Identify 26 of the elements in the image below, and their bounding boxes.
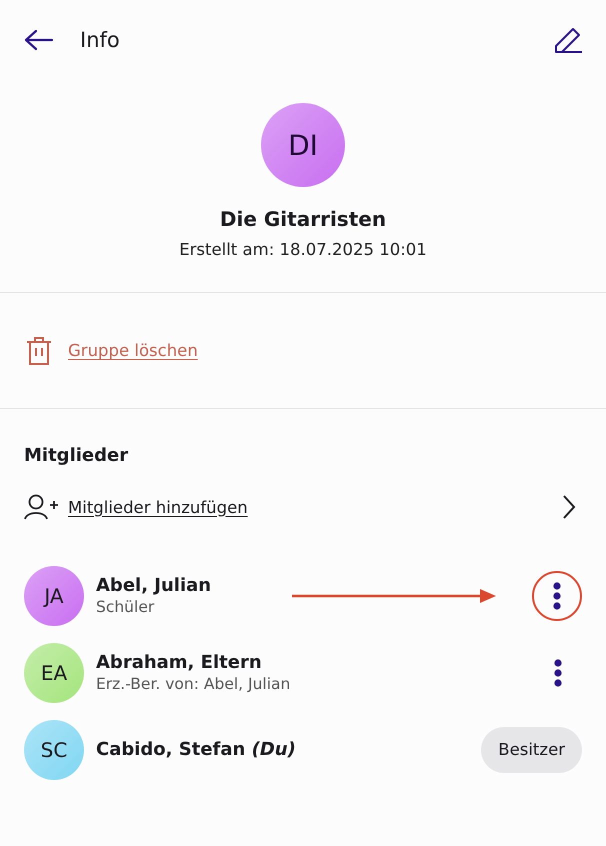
created-date: Erstellt am: 18.07.2025 10:01 [179, 240, 427, 259]
member-name: Abraham, Eltern [96, 652, 263, 674]
avatar: EA [24, 642, 84, 702]
page-title: Info [80, 28, 121, 52]
pencil-icon [554, 26, 584, 54]
group-name: Die Gitarristen [220, 207, 386, 231]
more-vertical-icon [554, 658, 562, 686]
add-members-link[interactable]: Mitglieder hinzufügen [68, 498, 562, 516]
member-name: Abel, Julian [96, 574, 212, 596]
back-button[interactable] [24, 29, 54, 51]
trash-icon [26, 336, 52, 366]
delete-group-link[interactable]: Gruppe löschen [68, 341, 198, 360]
more-vertical-icon [553, 582, 561, 610]
group-avatar: DI [261, 103, 345, 187]
back-arrow-icon [24, 29, 54, 51]
more-menu-button[interactable] [532, 570, 582, 620]
add-person-icon [24, 494, 58, 520]
member-name: Cabido, Stefan (Du) [96, 738, 297, 760]
edit-button[interactable] [554, 26, 584, 54]
member-role: Erz.-Ber. von: Abel, Julian [96, 674, 292, 694]
avatar: JA [24, 566, 84, 626]
avatar: SC [24, 720, 84, 780]
member-role: Schüler [96, 596, 156, 616]
chevron-right-icon[interactable] [562, 494, 576, 520]
section-title: Mitglieder [24, 445, 128, 466]
role-badge: Besitzer [481, 726, 582, 772]
